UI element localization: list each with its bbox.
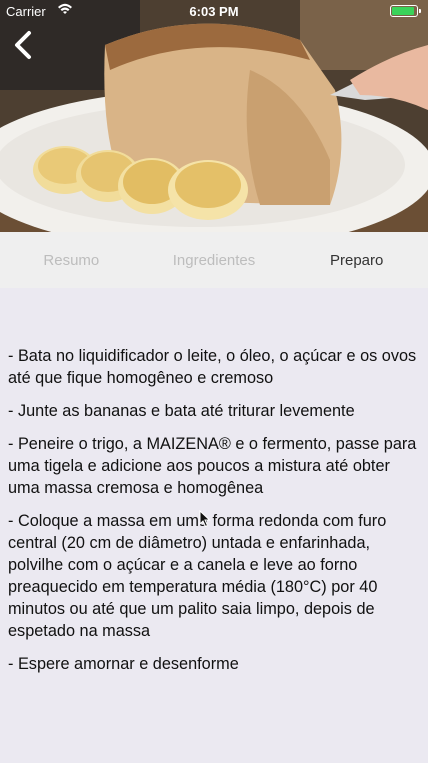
step-item: - Espere amornar e desenforme bbox=[8, 655, 239, 673]
time-label: 6:03 PM bbox=[189, 4, 239, 19]
mouse-pointer-icon bbox=[199, 510, 211, 528]
steps-list: - Bata no liquidificador o leite, o óleo… bbox=[8, 345, 418, 686]
cake-illustration bbox=[0, 0, 428, 232]
battery-icon bbox=[390, 5, 421, 17]
tab-ingredientes[interactable]: Ingredientes bbox=[143, 252, 286, 269]
tab-resumo[interactable]: Resumo bbox=[0, 252, 143, 269]
step-item: - Coloque a massa em uma forma redonda c… bbox=[8, 512, 387, 640]
status-bar: Carrier 6:03 PM bbox=[0, 0, 428, 22]
step-item: - Junte as bananas e bata até triturar l… bbox=[8, 402, 355, 420]
tab-preparo[interactable]: Preparo bbox=[285, 252, 428, 269]
preparation-content: - Bata no liquidificador o leite, o óleo… bbox=[0, 288, 428, 763]
step-item: - Peneire o trigo, a MAIZENA® e o fermen… bbox=[8, 435, 417, 497]
step-item: - Bata no liquidificador o leite, o óleo… bbox=[8, 347, 417, 387]
tab-bar: Resumo Ingredientes Preparo bbox=[0, 232, 428, 288]
battery-fill bbox=[392, 7, 415, 15]
chevron-left-icon bbox=[15, 31, 31, 59]
recipe-photo: Carrier 6:03 PM bbox=[0, 0, 428, 232]
back-button[interactable] bbox=[10, 30, 38, 60]
